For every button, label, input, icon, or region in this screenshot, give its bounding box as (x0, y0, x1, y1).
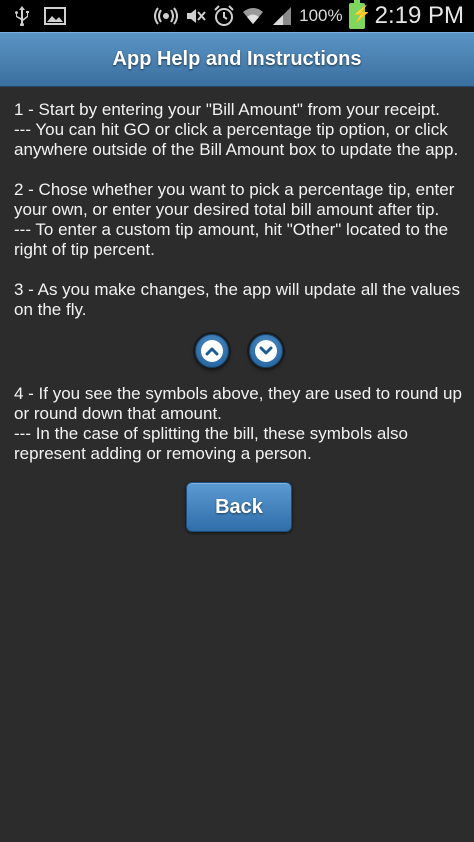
chevron-up-icon (201, 340, 223, 362)
nfc-icon (153, 6, 179, 26)
wifi-icon (241, 6, 265, 26)
help-step-2: 2 - Chose whether you want to pick a per… (14, 180, 455, 259)
alarm-icon (213, 5, 235, 27)
round-down-button[interactable] (249, 334, 283, 368)
image-icon (44, 7, 66, 25)
help-step-1: 1 - Start by entering your "Bill Amount"… (14, 100, 459, 159)
back-button[interactable]: Back (186, 482, 292, 532)
page-title: App Help and Instructions (112, 48, 362, 70)
back-wrap: Back (14, 482, 464, 532)
chevron-down-icon (255, 340, 277, 362)
round-up-button[interactable] (195, 334, 229, 368)
app-header: App Help and Instructions (0, 32, 474, 87)
round-symbols (14, 334, 464, 368)
battery-percent: 100% (299, 6, 343, 25)
status-bar: 100% ⚡ 2:19 PM (0, 0, 474, 32)
help-step-3: 3 - As you make changes, the app will up… (14, 280, 461, 319)
clock: 2:19 PM (374, 2, 464, 29)
help-step-4: 4 - If you see the symbols above, they a… (14, 384, 462, 463)
signal-icon (271, 6, 293, 26)
usb-icon (14, 6, 30, 26)
battery-icon: ⚡ (348, 0, 372, 29)
mute-icon (185, 6, 207, 26)
help-content: 1 - Start by entering your "Bill Amount"… (14, 100, 464, 532)
